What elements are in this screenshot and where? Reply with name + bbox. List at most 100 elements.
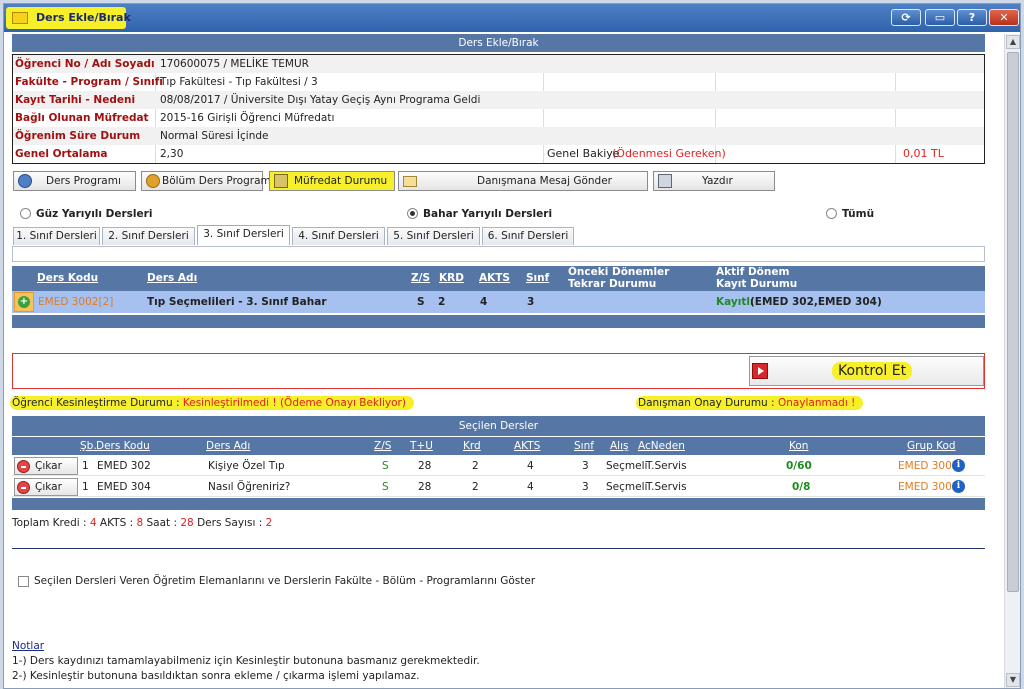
cikar-button[interactable]: Çıkar — [14, 478, 78, 496]
col-sel-grup[interactable]: Grup Kod — [907, 437, 956, 455]
sel-grup[interactable]: EMED 3002 — [898, 456, 958, 476]
scroll-thumb[interactable] — [1007, 52, 1019, 592]
scroll-down-icon[interactable]: ▼ — [1006, 673, 1020, 687]
col-sel-akts[interactable]: AKTS — [514, 437, 540, 455]
col-sel-zs[interactable]: Z/S — [374, 437, 391, 455]
sel-sinif: 3 — [582, 460, 589, 472]
kayit-status: Kayıtlı — [716, 296, 754, 308]
info-label: Fakülte - Program / Sınıfı — [15, 76, 163, 88]
cikar-button[interactable]: Çıkar — [14, 457, 78, 475]
yazdir-button[interactable]: Yazdır — [653, 171, 775, 191]
vertical-scrollbar[interactable]: ▲ ▼ — [1004, 34, 1020, 688]
col-onceki-1: Önceki Dönemler — [568, 266, 670, 278]
col-sel-krd[interactable]: Krd — [463, 437, 481, 455]
tab-sinif-6[interactable]: 6. Sınıf Dersleri — [482, 227, 574, 245]
info-label: Kayıt Tarihi - Nedeni — [15, 94, 136, 106]
kesinlestirme-value: Kesinleştirilmedi ! — [182, 397, 277, 409]
info-value: 08/08/2017 / Üniversite Dışı Yatay Geçiş… — [160, 94, 481, 106]
window-titlebar: Ders Ekle/Bırak ⟳ ▭ ? ✕ — [4, 4, 1020, 32]
student-info-box: Öğrenci No / Adı Soyadı 170600075 / MELİ… — [12, 54, 985, 164]
sel-alis: Seçmeli — [606, 481, 648, 493]
ders-programi-button[interactable]: Ders Programı — [13, 171, 136, 191]
col-sel-acneden[interactable]: AcNeden — [638, 437, 685, 455]
sel-tu: 28 — [418, 481, 432, 493]
sel-zs: S — [382, 460, 389, 472]
info-label: Genel Ortalama — [15, 148, 108, 160]
close-button[interactable]: ✕ — [989, 9, 1019, 26]
danisman-highlight: Danışman Onay Durumu : Onaylanmadı ! — [636, 396, 864, 410]
selected-courses-header: Şb. Ders Kodu Ders Adı Z/S T+U Krd AKTS … — [12, 437, 985, 455]
notes: Notlar 1-) Ders kaydınızı tamamlayabilme… — [12, 639, 480, 684]
col-aktif-2: Kayıt Durumu — [716, 278, 798, 290]
col-sel-ders-adi[interactable]: Ders Adı — [206, 437, 250, 455]
radio-guz-control[interactable] — [20, 208, 31, 219]
divider — [12, 548, 985, 549]
sel-tu: 28 — [418, 460, 432, 472]
col-sb[interactable]: Şb. — [80, 437, 97, 455]
sel-krd: 2 — [472, 460, 479, 472]
clock-icon — [18, 174, 32, 188]
bolum-ders-programi-button[interactable]: Bölüm Ders Programı — [141, 171, 274, 191]
tab-sinif-4[interactable]: 4. Sınıf Dersleri — [292, 227, 385, 245]
ders-sayisi: 2 — [265, 517, 273, 529]
sel-kodu: EMED 302 — [97, 460, 151, 472]
selected-course-row: Çıkar 1 EMED 304 Nasıl Öğreniriz? S 28 2… — [12, 477, 985, 497]
sel-akts: 4 — [527, 460, 534, 472]
help-button[interactable]: ? — [957, 9, 987, 26]
col-sel-alis[interactable]: Alış — [610, 437, 629, 455]
ders-ekle-birak-window: Ders Ekle/Bırak ⟳ ▭ ? ✕ Ders Ekle/Bırak … — [3, 3, 1021, 689]
radio-bahar-control[interactable] — [407, 208, 418, 219]
kontrol-et-button[interactable]: Kontrol Et — [749, 356, 984, 386]
sel-grup[interactable]: EMED 3002 — [898, 477, 958, 497]
tab-sinif-3[interactable]: 3. Sınıf Dersleri — [197, 225, 290, 245]
clock-icon — [146, 174, 160, 188]
radio-bahar-label: Bahar Yarıyılı Dersleri — [423, 208, 553, 220]
sel-kon: 0/8 — [792, 481, 811, 493]
radio-tumu-control[interactable] — [826, 208, 837, 219]
danismana-mesaj-button[interactable]: Danışmana Mesaj Gönder — [398, 171, 648, 191]
add-course-button[interactable]: + — [14, 292, 34, 312]
scroll-up-icon[interactable]: ▲ — [1006, 35, 1020, 49]
col-ders-adi[interactable]: Ders Adı — [147, 272, 197, 284]
folder-icon — [12, 12, 28, 24]
col-sel-ders-kodu[interactable]: Ders Kodu — [96, 437, 150, 455]
col-krd[interactable]: KRD — [439, 272, 464, 284]
akts-label: AKTS : — [99, 517, 134, 529]
col-ders-kodu[interactable]: Ders Kodu — [37, 272, 98, 284]
mufredat-durumu-button[interactable]: Müfredat Durumu — [269, 171, 395, 191]
col-akts[interactable]: AKTS — [479, 272, 510, 284]
info-row: Kayıt Tarihi - Nedeni 08/08/2017 / Ünive… — [13, 91, 984, 109]
course-grid-footer — [12, 315, 985, 328]
notes-title[interactable]: Notlar — [12, 639, 480, 654]
col-zs[interactable]: Z/S — [411, 272, 430, 284]
plus-icon: + — [18, 296, 30, 308]
info-label: Öğrenim Süre Durum — [15, 130, 141, 142]
cikar-label: Çıkar — [35, 460, 62, 472]
col-sel-sinif[interactable]: Sınf — [574, 437, 594, 455]
tab-sinif-5[interactable]: 5. Sınıf Dersleri — [387, 227, 480, 245]
sel-kodu: EMED 304 — [97, 481, 151, 493]
tab-sinif-2[interactable]: 2. Sınıf Dersleri — [102, 227, 195, 245]
totals-line: Toplam Kredi : 4 AKTS : 8 Saat : 28 Ders… — [12, 517, 272, 529]
danisman-label: Danışman Onay Durumu : — [638, 397, 775, 409]
restore-button[interactable]: ▭ — [925, 9, 955, 26]
col-sel-tu[interactable]: T+U — [410, 437, 433, 455]
refresh-button[interactable]: ⟳ — [891, 9, 921, 26]
info-row: Genel Ortalama 2,30 Genel Bakiye (Ödenme… — [13, 145, 984, 163]
info-icon[interactable]: i — [952, 459, 965, 472]
course-row[interactable]: + EMED 3002[2] Tıp Seçmelileri - 3. Sını… — [12, 291, 985, 313]
course-name: Tıp Seçmelileri - 3. Sınıf Bahar — [147, 296, 327, 308]
sel-acneden: T.Servis — [646, 460, 687, 472]
tab-sinif-1[interactable]: 1. Sınıf Dersleri — [13, 227, 100, 245]
selected-course-row: Çıkar 1 EMED 302 Kişiye Özel Tıp S 28 2 … — [12, 456, 985, 476]
kesinlestirme-highlight: Öğrenci Kesinleştirme Durumu : Kesinleşt… — [10, 396, 414, 410]
info-icon[interactable]: i — [952, 480, 965, 493]
col-sel-kon[interactable]: Kon — [789, 437, 808, 455]
course-code[interactable]: EMED 3002[2] — [38, 291, 113, 313]
remove-icon — [17, 460, 30, 473]
show-instructors-checkbox[interactable] — [18, 576, 29, 587]
envelope-icon — [403, 176, 417, 187]
note-item: 2-) Kesinleştir butonuna basıldıktan son… — [12, 670, 420, 682]
col-sinif[interactable]: Sınf — [526, 272, 549, 284]
info-row: Öğrenim Süre Durum Normal Süresi İçinde — [13, 127, 984, 145]
